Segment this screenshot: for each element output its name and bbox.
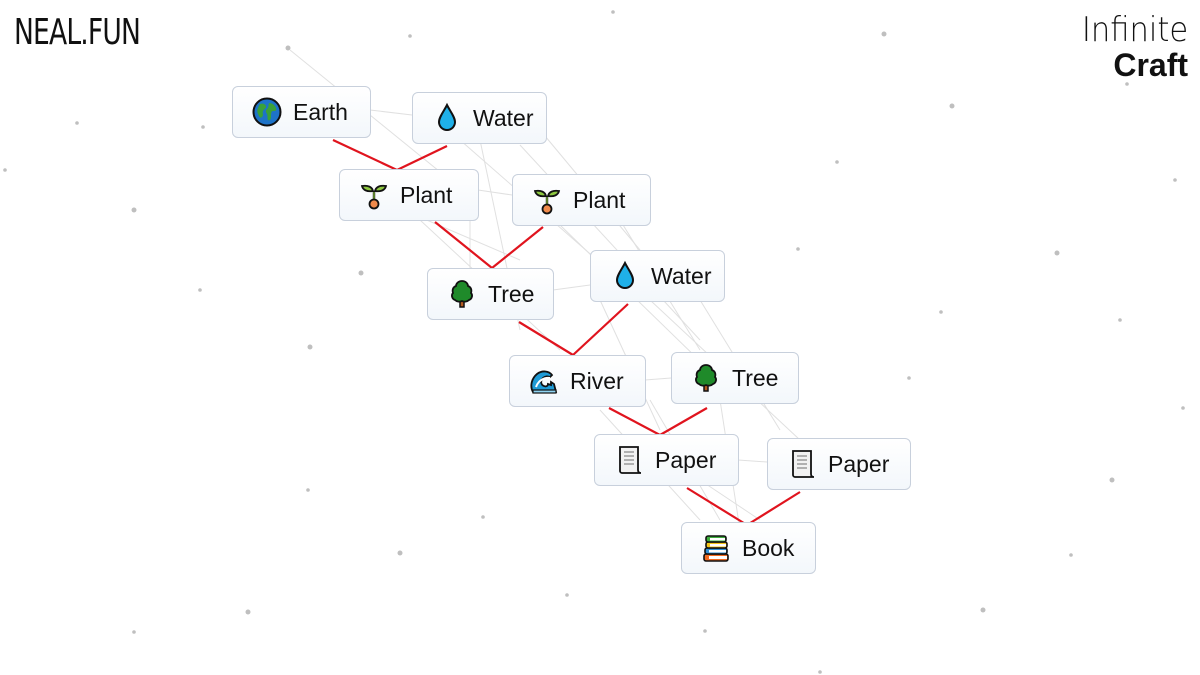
particle — [703, 629, 707, 633]
particle — [565, 593, 569, 597]
particle — [881, 31, 887, 37]
particle — [1069, 553, 1073, 557]
particle — [131, 207, 137, 213]
particle — [939, 310, 943, 314]
particle — [1181, 406, 1185, 410]
element-water[interactable]: Water — [590, 250, 725, 302]
background-particles — [3, 10, 1185, 674]
particle — [198, 288, 202, 292]
particle — [3, 168, 7, 172]
element-book[interactable]: Book — [681, 522, 816, 574]
deciduous-tree-icon — [690, 362, 722, 394]
particle — [245, 609, 251, 615]
water-droplet-icon — [431, 102, 463, 134]
element-label: Paper — [655, 446, 717, 473]
element-earth[interactable]: Earth — [232, 86, 371, 138]
element-plant[interactable]: Plant — [339, 169, 479, 221]
page-curl-icon — [786, 448, 818, 480]
element-label: Book — [742, 534, 795, 561]
faint-line — [644, 377, 672, 381]
particle — [285, 45, 291, 51]
particle — [611, 10, 615, 14]
element-label: Earth — [293, 98, 348, 125]
particle — [949, 103, 955, 109]
particle — [1109, 477, 1115, 483]
faint-line — [737, 459, 768, 463]
page-curl-icon — [613, 444, 645, 476]
faint-line — [369, 109, 413, 116]
neal-fun-logo[interactable]: NEAL.FUN — [14, 12, 141, 53]
element-label: Tree — [732, 364, 779, 391]
element-label: Paper — [828, 450, 890, 477]
element-paper[interactable]: Paper — [594, 434, 739, 486]
infinite-craft-logo: Infinite Craft — [1070, 10, 1188, 83]
element-river[interactable]: River — [509, 355, 646, 407]
particle — [907, 376, 911, 380]
water-wave-icon — [528, 365, 560, 397]
particle — [1054, 250, 1060, 256]
element-paper[interactable]: Paper — [767, 438, 911, 490]
books-icon — [700, 532, 732, 564]
element-plant[interactable]: Plant — [512, 174, 651, 226]
combination-connector — [434, 221, 544, 270]
logo-line-craft: Craft — [1113, 47, 1188, 83]
combination-connector — [608, 407, 708, 437]
particle — [75, 121, 79, 125]
particle — [481, 515, 485, 519]
particle — [980, 607, 986, 613]
globe-europe-africa-icon — [251, 96, 283, 128]
deciduous-tree-icon — [446, 278, 478, 310]
element-label: River — [570, 367, 624, 394]
combination-connector — [686, 487, 801, 527]
seedling-icon — [531, 184, 563, 216]
particle — [408, 34, 412, 38]
particle — [818, 670, 822, 674]
seedling-icon — [358, 179, 390, 211]
element-label: Plant — [400, 181, 453, 208]
particle — [796, 247, 800, 251]
logo-line-infinite: Infinite — [1081, 10, 1188, 50]
particle — [397, 550, 403, 556]
particle — [1173, 178, 1177, 182]
faint-line — [552, 284, 591, 291]
particle — [358, 270, 364, 276]
element-water[interactable]: Water — [412, 92, 547, 144]
faint-line — [477, 189, 513, 196]
water-droplet-icon — [609, 260, 641, 292]
particle — [1118, 318, 1122, 322]
particle — [132, 630, 136, 634]
element-tree[interactable]: Tree — [671, 352, 799, 404]
element-label: Water — [473, 104, 534, 131]
particle — [201, 125, 205, 129]
particle — [306, 488, 310, 492]
element-label: Tree — [488, 280, 535, 307]
element-label: Plant — [573, 186, 626, 213]
particle — [307, 344, 313, 350]
particle — [835, 160, 839, 164]
combination-connector — [332, 139, 448, 172]
crafting-canvas[interactable] — [0, 0, 1200, 675]
element-label: Water — [651, 262, 712, 289]
element-tree[interactable]: Tree — [427, 268, 554, 320]
